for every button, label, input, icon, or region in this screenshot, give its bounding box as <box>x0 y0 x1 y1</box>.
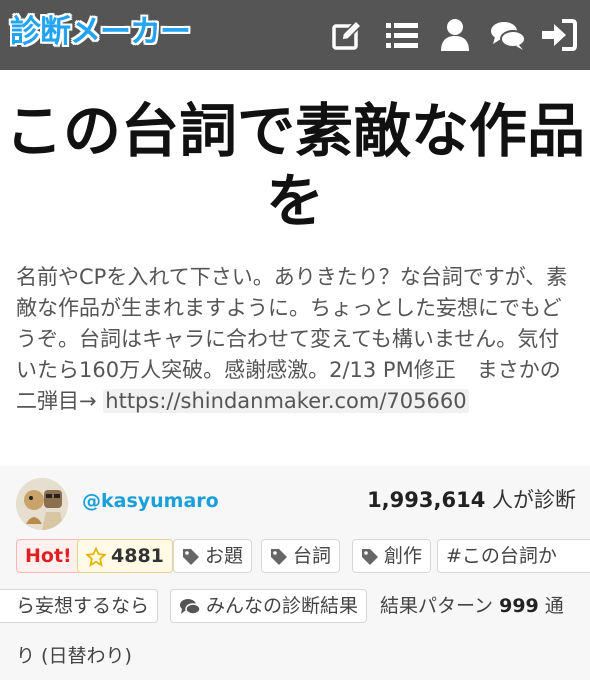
related-link[interactable]: https://shindanmaker.com/705660 <box>103 389 469 413</box>
pattern-prefix: 結果パターン <box>380 595 500 617</box>
hot-badge: Hot! <box>16 539 81 573</box>
list-icon[interactable] <box>383 16 421 54</box>
page-title: この台詞で素敵な作品を <box>4 97 585 235</box>
tag-label: 台詞 <box>293 545 332 567</box>
tag-sousaku[interactable]: 創作 <box>352 539 432 573</box>
result-pattern-continued: り (日替わり) <box>16 645 132 667</box>
user-icon[interactable] <box>436 16 474 54</box>
hashtag-chip[interactable]: #この台詞か <box>437 539 590 573</box>
avatar[interactable] <box>16 478 68 530</box>
tag-odai[interactable]: お題 <box>173 539 253 573</box>
pattern-count: 999 <box>499 595 539 617</box>
result-pattern: 結果パターン 999 通 <box>380 590 564 622</box>
tag-icon <box>361 548 379 566</box>
diagnosis-count-number: 1,993,614 <box>367 488 486 512</box>
pattern-suffix: 通 <box>538 595 564 617</box>
author-username[interactable]: @kasyumaro <box>82 488 219 514</box>
star-icon <box>86 546 106 567</box>
edit-icon[interactable] <box>328 16 366 54</box>
favorite-button[interactable]: 4881 <box>77 539 173 573</box>
results-label: みんなの診断結果 <box>206 595 359 617</box>
diagnosis-count-suffix: 人が診断 <box>485 488 576 512</box>
favorite-count: 4881 <box>111 545 164 567</box>
comments-icon <box>179 598 201 616</box>
tag-icon <box>270 548 288 566</box>
tag-icon <box>182 548 200 566</box>
tag-serifu[interactable]: 台詞 <box>261 539 341 573</box>
hashtag-chip-continued[interactable]: ら妄想するなら <box>0 589 159 623</box>
tag-label: 創作 <box>384 545 423 567</box>
diagnosis-count: 1,993,614 人が診断 <box>367 486 576 514</box>
site-logo[interactable]: 診断メーカー <box>10 14 191 50</box>
description: 名前やCPを入れて下さい。ありきたり？な台詞ですが、素敵な作品が生まれますように… <box>16 262 576 417</box>
comments-icon[interactable] <box>489 16 527 54</box>
results-button[interactable]: みんなの診断結果 <box>170 589 368 623</box>
tag-label: お題 <box>205 545 244 567</box>
sign-in-icon[interactable] <box>540 16 578 54</box>
top-bar: 診断メーカー <box>0 0 590 70</box>
